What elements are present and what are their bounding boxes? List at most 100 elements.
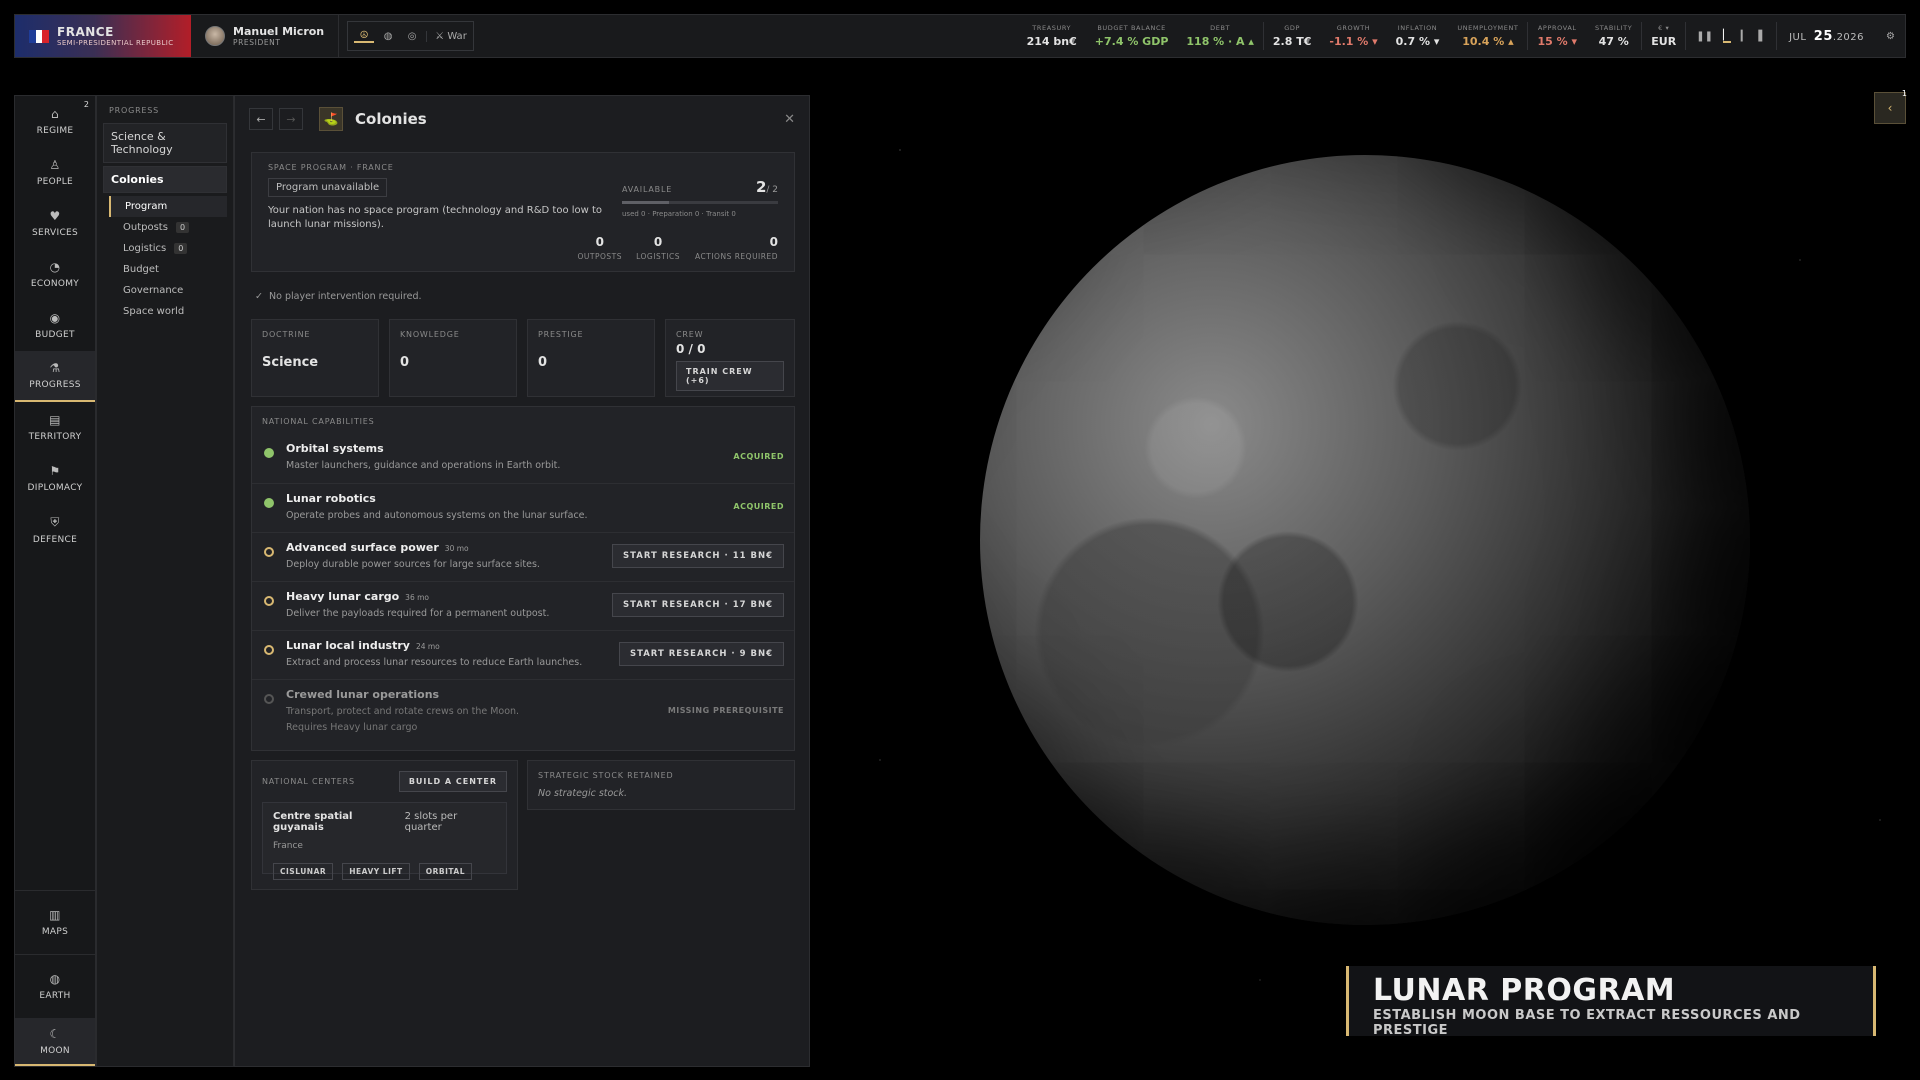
subnav-item-budget[interactable]: Budget xyxy=(103,259,227,280)
stat-gdp[interactable]: GDP 2.8 T€ xyxy=(1264,24,1320,48)
capability-title: Orbital systems xyxy=(286,442,384,455)
center-card[interactable]: Centre spatial guyanais 2 slots per quar… xyxy=(262,802,507,880)
nav-defence[interactable]: ⛨ DEFENCE xyxy=(15,504,95,555)
subnav-item-label: Budget xyxy=(123,264,159,275)
stat-label: GDP xyxy=(1284,24,1301,32)
neutral-mode-icon[interactable]: ◎ xyxy=(402,31,422,42)
subnav-item-governance[interactable]: Governance xyxy=(103,280,227,301)
subnav-item-space-world[interactable]: Space world xyxy=(103,301,227,322)
stat-debt[interactable]: DEBT 118 % · A ▴ xyxy=(1177,24,1263,48)
forward-button[interactable]: → xyxy=(279,108,303,130)
nav-earth[interactable]: ◍ EARTH xyxy=(15,954,95,1018)
nav-label: SERVICES xyxy=(31,228,79,238)
right-panel-toggle[interactable]: ‹ 1 xyxy=(1874,89,1907,124)
heart-icon: ♥ xyxy=(49,209,61,223)
war-mode-button[interactable]: ⚔ War xyxy=(426,30,467,42)
speed-controls: ❚❚ ▏ ▎ ▌ xyxy=(1686,30,1776,43)
train-crew-button[interactable]: TRAIN CREW (+6) xyxy=(676,361,784,391)
national-centers-card: NATIONAL CENTERS BUILD A CENTER Centre s… xyxy=(251,760,518,890)
capability-desc: Deliver the payloads required for a perm… xyxy=(286,608,550,619)
capability-title: Lunar local industry xyxy=(286,639,410,652)
center-name: Centre spatial guyanais xyxy=(273,811,353,833)
subnav-item-program[interactable]: Program xyxy=(109,196,227,217)
nav-economy[interactable]: ◔ ECONOMY xyxy=(15,249,95,300)
globe-mode-icon[interactable]: ◍ xyxy=(378,31,398,42)
stock-heading: STRATEGIC STOCK RETAINED xyxy=(538,771,674,780)
pause-icon[interactable]: ❚❚ xyxy=(1696,31,1713,42)
nav-moon[interactable]: ☾ MOON xyxy=(15,1018,95,1066)
nav-label: MOON xyxy=(40,1045,70,1056)
stat-unemployment[interactable]: UNEMPLOYMENT 10.4 % ▴ xyxy=(1448,24,1527,48)
nav-maps[interactable]: ▥ MAPS xyxy=(15,890,95,954)
currency-code: EUR xyxy=(1651,35,1677,48)
subnav-item-logistics[interactable]: Logistics 0 xyxy=(103,238,227,259)
nav-regime[interactable]: ⌂ REGIME xyxy=(15,96,95,147)
nav-territory[interactable]: ▤ TERRITORY xyxy=(15,402,95,453)
subnav-colonies[interactable]: Colonies xyxy=(103,166,227,193)
nav-label: BUDGET xyxy=(35,330,75,340)
capability-title-line: Orbital systems xyxy=(286,442,384,455)
speed-3-icon[interactable]: ▌ xyxy=(1758,31,1766,42)
nav-services[interactable]: ♥ SERVICES xyxy=(15,198,95,249)
stats-strip: TREASURY 214 bn€ BUDGET BALANCE +7.4 % GDP D… xyxy=(1018,22,1642,50)
notification-badge: 1 xyxy=(1901,89,1907,98)
subnav-science[interactable]: Science & Technology xyxy=(103,123,227,163)
stat-budget-balance[interactable]: BUDGET BALANCE +7.4 % GDP xyxy=(1086,24,1178,48)
nav-budget[interactable]: ◉ BUDGET xyxy=(15,300,95,351)
start-research-button[interactable]: START RESEARCH · 9 BN€ xyxy=(618,642,784,666)
intervention-note: ✓ No player intervention required. xyxy=(255,291,422,302)
capability-title: Advanced surface power xyxy=(286,541,439,554)
stat-value: 2.8 T€ xyxy=(1272,35,1312,48)
subnav-item-label: Logistics xyxy=(123,243,167,254)
actions-value: 0 xyxy=(769,235,778,249)
peace-mode-icon[interactable]: ☮ xyxy=(354,30,375,43)
stat-value: +7.4 % GDP xyxy=(1094,35,1169,48)
gear-icon[interactable]: ⚙ xyxy=(1886,31,1895,42)
stat-treasury[interactable]: TREASURY 214 bn€ xyxy=(1018,24,1086,48)
center-slots: 2 slots per quarter xyxy=(404,811,458,833)
piggy-bank-icon: ◉ xyxy=(49,311,61,325)
count-badge: 0 xyxy=(175,222,190,233)
country-header[interactable]: FRANCE SEMI-PRESIDENTIAL REPUBLIC xyxy=(15,15,191,57)
capability-row: Heavy lunar cargo 36 mo Deliver the payloa… xyxy=(252,581,794,630)
speed-2-icon[interactable]: ▎ xyxy=(1741,31,1749,42)
subnav-item-outposts[interactable]: Outposts 0 xyxy=(103,217,227,238)
logistics-label: LOGISTICS xyxy=(636,252,680,261)
build-center-button[interactable]: BUILD A CENTER xyxy=(398,771,507,792)
start-research-button[interactable]: START RESEARCH · 11 BN€ xyxy=(612,544,784,568)
date-month: JUL xyxy=(1789,31,1807,43)
pie-chart-icon: ◔ xyxy=(49,260,61,274)
check-icon: ✓ xyxy=(255,291,263,302)
intervention-text: No player intervention required. xyxy=(269,291,422,302)
nav-people[interactable]: ♙ PEOPLE xyxy=(15,147,95,198)
stat-inflation[interactable]: INFLATION 0.7 % ▾ xyxy=(1387,24,1449,48)
leader-card[interactable]: Manuel Micron PRESIDENT xyxy=(191,15,340,57)
speed-1-icon[interactable]: ▏ xyxy=(1722,30,1731,43)
subnav-items: Program Outposts 0 Logistics 0 Budget Governan… xyxy=(103,196,227,322)
nav-label: DIPLOMACY xyxy=(27,483,83,493)
stat-approval[interactable]: APPROVAL 15 % ▾ xyxy=(1528,24,1586,48)
nav-diplomacy[interactable]: ⚑ DIPLOMACY xyxy=(15,453,95,504)
map-icon: ▥ xyxy=(49,908,61,922)
stat-label: APPROVAL xyxy=(1537,24,1577,32)
available-bar xyxy=(622,201,778,204)
currency-selector[interactable]: € ▾ EUR xyxy=(1642,24,1685,48)
moon-globe[interactable] xyxy=(980,155,1750,925)
back-button[interactable]: ← xyxy=(249,108,273,130)
nav-progress[interactable]: ⚗ PROGRESS xyxy=(15,351,95,402)
nav-label: DEFENCE xyxy=(32,534,78,545)
stat-growth[interactable]: GROWTH -1.1 % ▾ xyxy=(1320,24,1386,48)
start-research-button[interactable]: START RESEARCH · 17 BN€ xyxy=(612,593,784,617)
prerequisite-status: MISSING PREREQUISITE xyxy=(667,706,784,715)
subnav-item-label: Program xyxy=(125,201,168,212)
available-total: / 2 xyxy=(766,185,778,195)
main-nav: 2 ⌂ REGIME ♙ PEOPLE ♥ SERVICES ◔ ECONOMY ◉ BU… xyxy=(14,95,96,1067)
centers-header: NATIONAL CENTERS BUILD A CENTER xyxy=(262,771,507,792)
stat-stability[interactable]: STABILITY 47 % xyxy=(1586,24,1641,48)
close-icon[interactable]: ✕ xyxy=(784,112,795,127)
capability-title-line: Lunar robotics xyxy=(286,492,376,505)
tag-orbital: ORBITAL xyxy=(418,863,472,880)
capability-row: Lunar local industry 24 mo Extract and pro… xyxy=(252,630,794,679)
crew-tile: CREW 0 / 0 TRAIN CREW (+6) xyxy=(665,319,795,397)
capability-title-line: Lunar local industry 24 mo xyxy=(286,639,440,652)
